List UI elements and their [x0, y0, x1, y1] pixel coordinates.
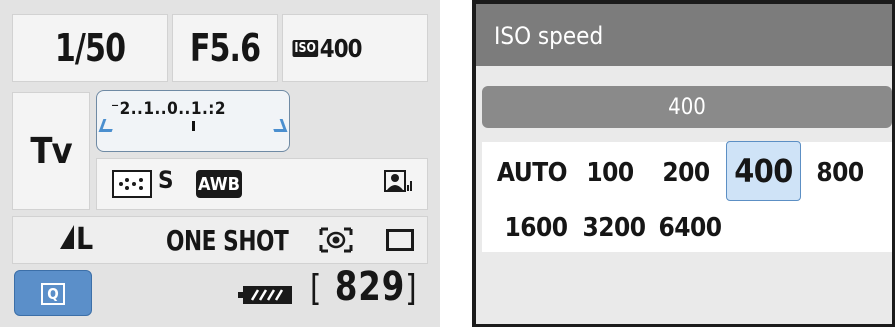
iso-menu-title: ISO speed [494, 22, 604, 50]
aperture-value: F5.6 [189, 26, 261, 70]
iso-value: 400 [319, 33, 363, 63]
image-quality-value: L [76, 222, 94, 257]
picture-style-label: S [158, 166, 174, 194]
shutter-speed-value: 1/50 [54, 26, 126, 70]
iso-option-400[interactable]: 400 [726, 141, 801, 201]
shots-remaining-value: 829 [334, 264, 406, 310]
shutter-speed-setting[interactable]: 1/50 [12, 14, 168, 82]
iso-option-100[interactable]: 100 [580, 150, 640, 196]
shooting-mode-setting[interactable]: Tv [12, 92, 90, 210]
iso-option-800[interactable]: 800 [810, 150, 870, 196]
exposure-scale-label: ⁻2..1..0..1.:2 [111, 99, 227, 119]
iso-option-1600[interactable]: 1600 [500, 206, 572, 250]
battery-icon [238, 284, 294, 306]
quick-control-button[interactable]: Q [14, 270, 92, 316]
exposure-compensation-scale[interactable]: ⁻2..1..0..1.:2 [96, 90, 290, 152]
iso-option-auto[interactable]: AUTO [494, 150, 570, 196]
exposure-marker [192, 121, 195, 131]
quality-triangle-icon [60, 225, 74, 249]
iso-icon: ISO [292, 39, 318, 57]
shots-remaining: [829] [310, 264, 418, 310]
picture-style-icon[interactable] [112, 170, 152, 198]
af-mode-setting[interactable]: ONE SHOT [166, 224, 289, 257]
aperture-setting[interactable]: F5.6 [172, 14, 278, 82]
drive-mode-icon[interactable] [386, 229, 414, 251]
iso-current-value: 400 [482, 86, 892, 128]
scale-right-bracket-icon [269, 119, 288, 132]
image-quality-setting[interactable]: L [60, 222, 93, 257]
scale-left-bracket-icon [98, 119, 117, 132]
iso-option-6400[interactable]: 6400 [654, 206, 726, 250]
auto-lighting-optimizer-icon[interactable] [384, 168, 414, 198]
metering-mode-icon[interactable] [318, 226, 354, 254]
iso-setting[interactable]: ISO 400 [282, 14, 428, 82]
iso-option-3200[interactable]: 3200 [578, 206, 650, 250]
shooting-mode-value: Tv [30, 130, 72, 172]
q-label: Q [41, 283, 65, 305]
white-balance-icon[interactable]: AWB [196, 170, 242, 198]
iso-option-200[interactable]: 200 [656, 150, 716, 196]
